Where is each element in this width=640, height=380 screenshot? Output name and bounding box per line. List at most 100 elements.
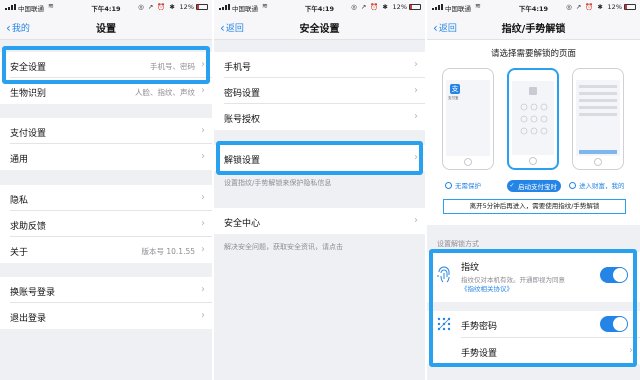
item-label: 换账号登录 bbox=[10, 288, 56, 298]
chevron-right-icon: › bbox=[201, 59, 205, 70]
item-label: 通用 bbox=[10, 155, 29, 165]
nav-bar: ‹我的 设置 bbox=[0, 14, 212, 40]
home-button-icon bbox=[529, 157, 537, 165]
unlock-settings-screen: 中国联通 ≋ 下午4:19 ◎ ↗ ⏰ ✱ 12% ‹返回 指纹/手势解锁 请选… bbox=[427, 0, 640, 380]
item-value: 人脸、指纹、声纹 bbox=[135, 88, 195, 97]
status-icons: ◎ ↗ ⏰ ✱ bbox=[566, 3, 604, 11]
item-label: 求助反馈 bbox=[10, 222, 47, 232]
alipay-logo-text: 支付宝 bbox=[448, 96, 459, 100]
settings-item-feedback[interactable]: 求助反馈 › bbox=[0, 211, 212, 237]
list-line bbox=[579, 85, 617, 88]
page-title: 安全设置 bbox=[299, 24, 340, 35]
nav-bar: ‹返回 安全设置 bbox=[214, 14, 425, 40]
item-label: 生物识别 bbox=[10, 89, 47, 99]
fingerprint-icon bbox=[437, 266, 450, 283]
option-label: 启动支付宝时 bbox=[518, 183, 557, 191]
status-icons: ◎ ↗ ⏰ ✱ bbox=[351, 3, 389, 11]
security-item-authorization[interactable]: 账号授权 › bbox=[214, 104, 425, 130]
page-title: 设置 bbox=[96, 24, 116, 35]
battery-icon bbox=[409, 4, 421, 10]
security-center-hint: 解决安全问题，获取安全资讯，请点击 bbox=[224, 243, 343, 251]
settings-screen: 中国联通 ≋ 下午4:19 ◎ ↗ ⏰ ✱ 12% ‹我的 设置 安全设置 手机… bbox=[0, 0, 212, 380]
security-item-unlock[interactable]: 解锁设置 › bbox=[214, 145, 425, 171]
status-icons: ◎ ↗ ⏰ ✱ bbox=[138, 3, 176, 11]
option-on-launch[interactable]: 启动支付宝时 bbox=[507, 180, 561, 192]
chevron-right-icon: › bbox=[414, 152, 418, 163]
gesture-settings-row[interactable]: 手势设置 › bbox=[427, 338, 640, 364]
phone-screen bbox=[512, 81, 554, 155]
option-label: 无需保护 bbox=[455, 182, 481, 190]
item-label: 关于 bbox=[10, 248, 29, 258]
battery-percent: 12% bbox=[392, 3, 407, 11]
battery-icon bbox=[624, 4, 636, 10]
gesture-settings-label: 手势设置 bbox=[461, 349, 498, 359]
security-settings-screen: 中国联通 ≋ 下午4:19 ◎ ↗ ⏰ ✱ 12% ‹返回 安全设置 手机号 ›… bbox=[214, 0, 425, 380]
fingerprint-agreement-link[interactable]: 《指纹相关协议》 bbox=[461, 283, 513, 293]
chevron-right-icon: › bbox=[201, 125, 205, 136]
battery-percent: 12% bbox=[607, 3, 622, 11]
list-line bbox=[579, 99, 617, 102]
section-label: 设置解锁方式 bbox=[437, 240, 479, 248]
gesture-row: 手势密码 bbox=[427, 311, 640, 338]
list-line bbox=[579, 113, 617, 116]
settings-item-biometrics[interactable]: 生物识别 人脸、指纹、声纹 › bbox=[0, 78, 212, 104]
status-bar: 中国联通 ≋ 下午4:19 ◎ ↗ ⏰ ✱ 12% bbox=[0, 0, 212, 14]
item-label: 手机号 bbox=[224, 63, 252, 73]
phone-screen: 支 支付宝 bbox=[446, 80, 490, 156]
item-label: 密码设置 bbox=[224, 89, 261, 99]
gesture-title: 手势密码 bbox=[461, 322, 498, 332]
settings-item-privacy[interactable]: 隐私 › bbox=[0, 185, 212, 211]
item-label: 支付设置 bbox=[10, 129, 47, 139]
chevron-right-icon: › bbox=[201, 151, 205, 162]
phone-screen bbox=[576, 80, 620, 156]
tab-bar bbox=[579, 150, 617, 154]
settings-item-security[interactable]: 安全设置 手机号、密码 › bbox=[0, 52, 212, 78]
item-label: 退出登录 bbox=[10, 314, 47, 324]
option-label: 进入财富，我的 bbox=[579, 182, 625, 190]
gesture-icon bbox=[437, 317, 451, 331]
section-heading: 请选择需要解锁的页面 bbox=[490, 49, 576, 59]
battery-percent: 12% bbox=[179, 3, 194, 11]
option-no-protection[interactable]: 无需保护 bbox=[445, 180, 481, 190]
fingerprint-row: 指纹 指纹仅对本机有效。开通即视为同意 《指纹相关协议》 bbox=[427, 252, 640, 302]
alipay-logo-icon: 支 bbox=[450, 84, 460, 94]
security-item-password[interactable]: 密码设置 › bbox=[214, 78, 425, 104]
settings-item-about[interactable]: 关于 版本号 10.1.55 › bbox=[0, 237, 212, 263]
unlock-notice: 离开5分钟后再进入，需要使用指纹/手势解锁 bbox=[443, 199, 626, 214]
item-label: 安全设置 bbox=[10, 63, 47, 73]
radio-icon bbox=[569, 182, 576, 189]
settings-item-logout[interactable]: 退出登录 › bbox=[0, 303, 212, 329]
chevron-right-icon: › bbox=[201, 192, 205, 203]
settings-item-payment[interactable]: 支付设置 › bbox=[0, 118, 212, 144]
chevron-right-icon: › bbox=[629, 345, 633, 356]
phone-preview-on-launch[interactable] bbox=[507, 68, 559, 170]
item-label: 解锁设置 bbox=[224, 156, 261, 166]
chevron-right-icon: › bbox=[414, 111, 418, 122]
battery-icon bbox=[196, 4, 208, 10]
item-label: 账号授权 bbox=[224, 115, 261, 125]
radio-icon bbox=[445, 182, 452, 189]
settings-item-general[interactable]: 通用 › bbox=[0, 144, 212, 170]
status-bar: 中国联通 ≋ 下午4:19 ◎ ↗ ⏰ ✱ 12% bbox=[427, 0, 640, 14]
page-title: 指纹/手势解锁 bbox=[501, 24, 566, 35]
phone-preview-no-protection[interactable]: 支 支付宝 bbox=[442, 68, 494, 170]
phone-preview-wealth-mine[interactable] bbox=[572, 68, 624, 170]
chevron-right-icon: › bbox=[201, 310, 205, 321]
option-wealth-mine[interactable]: 进入财富，我的 bbox=[569, 180, 625, 190]
unlock-hint: 设置指纹/手势解锁来保护隐私信息 bbox=[224, 179, 332, 187]
settings-item-switch-account[interactable]: 换账号登录 › bbox=[0, 277, 212, 303]
security-item-security-center[interactable]: 安全中心 › bbox=[214, 208, 425, 234]
fingerprint-title: 指纹 bbox=[461, 263, 480, 273]
gesture-toggle[interactable] bbox=[600, 316, 628, 332]
item-label: 隐私 bbox=[10, 196, 29, 206]
item-label: 安全中心 bbox=[224, 219, 261, 229]
chevron-right-icon: › bbox=[414, 215, 418, 226]
chevron-right-icon: › bbox=[414, 59, 418, 70]
chevron-right-icon: › bbox=[201, 85, 205, 96]
chevron-right-icon: › bbox=[414, 85, 418, 96]
item-value: 手机号、密码 bbox=[150, 62, 195, 71]
fingerprint-toggle[interactable] bbox=[600, 267, 628, 283]
home-button-icon bbox=[594, 158, 602, 166]
list-line bbox=[579, 106, 617, 109]
security-item-phone[interactable]: 手机号 › bbox=[214, 52, 425, 78]
